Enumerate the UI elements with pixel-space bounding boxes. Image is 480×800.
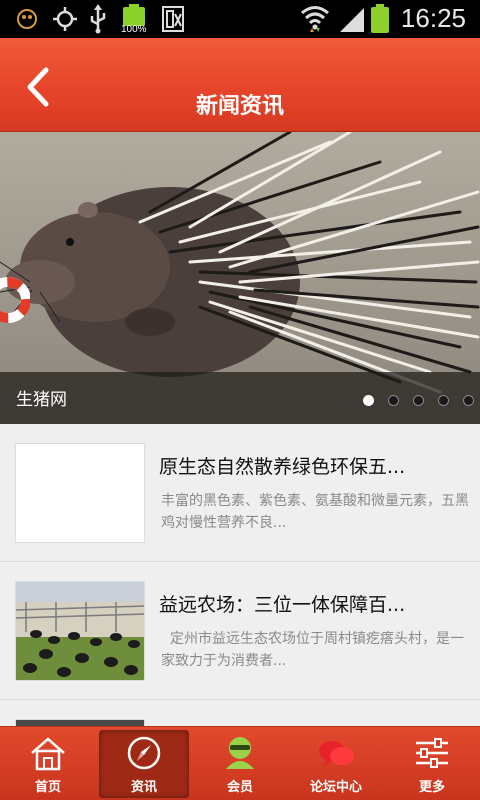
news-summary: 定州市益远生态农场位于周村镇疙瘩头村，是一家致力于为消费者... bbox=[161, 631, 464, 669]
home-icon bbox=[31, 737, 65, 771]
nav-news[interactable]: 资讯 bbox=[96, 727, 192, 800]
carousel-dot[interactable] bbox=[363, 395, 374, 406]
news-title: 益远农场：三位一体保障百... bbox=[159, 594, 406, 616]
carousel-dot[interactable] bbox=[388, 395, 399, 406]
compass-icon bbox=[127, 736, 161, 770]
nav-member-label: 会员 bbox=[226, 780, 253, 795]
nav-forum[interactable]: 论坛中心 bbox=[288, 727, 384, 800]
keyboard-input-icon bbox=[162, 6, 184, 32]
carousel-dot[interactable] bbox=[463, 395, 474, 406]
gps-icon bbox=[53, 7, 77, 31]
nav-home[interactable]: 首页 bbox=[0, 727, 96, 800]
bottom-navigation: 首页 资讯 会员 论坛中心 更多 bbox=[0, 726, 480, 800]
battery-level-icon bbox=[371, 4, 389, 33]
nav-member[interactable]: 会员 bbox=[192, 727, 288, 800]
news-summary: 丰富的黑色素、紫色素、氨基酸和微量元素，五黑鸡对慢性营养不良... bbox=[161, 493, 469, 531]
carousel-indicator bbox=[363, 395, 474, 406]
banner-caption: 生猪网 bbox=[16, 390, 67, 410]
nav-more[interactable]: 更多 bbox=[384, 727, 480, 800]
member-icon bbox=[226, 737, 254, 769]
lifebuoy-icon bbox=[0, 277, 30, 323]
title-bar: 新闻资讯 bbox=[0, 38, 480, 132]
carousel-dot[interactable] bbox=[438, 395, 449, 406]
battery-percentage: 100% bbox=[121, 24, 147, 35]
status-bar: 100% 16:25 bbox=[0, 0, 480, 38]
signal-strength-icon bbox=[340, 8, 364, 32]
app-notification-icon bbox=[17, 9, 37, 29]
nav-home-label: 首页 bbox=[34, 780, 61, 795]
status-time: 16:25 bbox=[400, 3, 466, 33]
banner-caption-bar: 生猪网 bbox=[0, 372, 480, 424]
farm-photo bbox=[16, 582, 144, 680]
sliders-icon bbox=[416, 738, 448, 768]
page-title: 新闻资讯 bbox=[195, 94, 284, 119]
nav-more-label: 更多 bbox=[418, 780, 445, 795]
carousel-dot[interactable] bbox=[413, 395, 424, 406]
wifi-icon bbox=[301, 6, 329, 32]
nav-forum-label: 论坛中心 bbox=[309, 780, 362, 795]
usb-icon bbox=[90, 4, 106, 34]
chat-bubbles-icon bbox=[319, 741, 354, 767]
news-thumbnail bbox=[15, 581, 145, 681]
news-title: 原生态自然散养绿色环保五... bbox=[159, 456, 406, 478]
news-list-item[interactable]: 原生态自然散养绿色环保五... 丰富的黑色素、紫色素、氨基酸和微量元素，五黑鸡对… bbox=[0, 424, 480, 562]
news-list-item[interactable]: 益远农场：三位一体保障百... 定州市益远生态农场位于周村镇疙瘩头村，是一家致力… bbox=[0, 562, 480, 700]
news-thumbnail bbox=[15, 443, 145, 543]
banner-carousel[interactable]: 生猪网 bbox=[0, 132, 480, 424]
battery-full-icon bbox=[123, 4, 145, 26]
nav-news-label: 资讯 bbox=[130, 780, 157, 795]
app-screen: 100% 16:25 新闻资讯 生猪网 原生态自然散养绿色环保五... 丰富的黑… bbox=[0, 0, 480, 800]
